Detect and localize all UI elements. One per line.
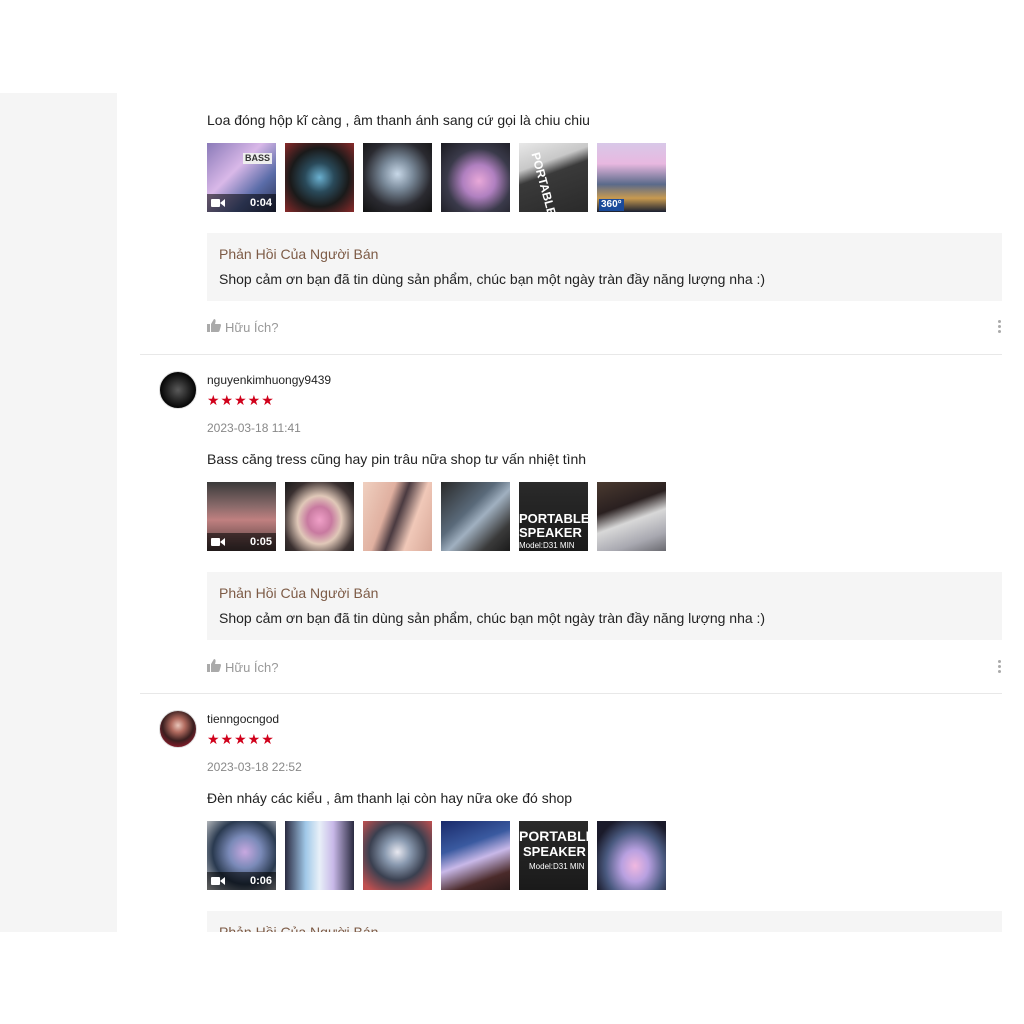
seller-reply-title: Phản Hồi Của Người Bán — [219, 585, 379, 601]
review-media-row: BASS 0:04 PORTABLE SPEAKER 360° — [207, 143, 666, 212]
review-username: tienngocngod — [207, 712, 280, 726]
seller-reply-text: Shop cảm ơn bạn đã tin dùng sản phẩm, ch… — [219, 271, 766, 287]
helpful-label: Hữu Ích? — [225, 319, 279, 335]
review-item: nguyenkimhuongy9439 ★★★★★ 2023-03-18 11:… — [140, 355, 1002, 694]
more-vertical-icon[interactable] — [998, 660, 1002, 673]
review-video-thumbnail[interactable]: 0:06 — [207, 821, 276, 890]
review-image-thumbnail[interactable]: PORTABLE SPEAKER — [519, 143, 588, 212]
video-camera-icon — [211, 198, 225, 208]
star-rating: ★★★★★ — [207, 392, 275, 408]
review-image-thumbnail[interactable] — [285, 482, 354, 551]
video-overlay: 0:04 — [207, 194, 276, 212]
video-overlay: 0:06 — [207, 872, 276, 890]
review-media-row: 0:06 PORTABLE SPEAKER Model:D31 MIN — [207, 821, 666, 890]
thumb-text: PORTABLE — [519, 511, 588, 526]
thumb-text: Model:D31 MIN — [519, 541, 575, 550]
left-gutter — [0, 93, 117, 932]
review-media-row: 0:05 PORTABLE SPEAKER Model:D31 MIN — [207, 482, 666, 551]
review-image-thumbnail[interactable]: PORTABLE SPEAKER Model:D31 MIN — [519, 482, 588, 551]
seller-reply: Phản Hồi Của Người Bán — [207, 911, 1002, 932]
helpful-button[interactable]: Hữu Ích? — [207, 319, 279, 335]
review-timestamp: 2023-03-18 11:41 — [207, 421, 301, 435]
more-vertical-icon[interactable] — [998, 320, 1002, 333]
seller-reply: Phản Hồi Của Người Bán Shop cảm ơn bạn đ… — [207, 572, 1002, 640]
review-image-thumbnail[interactable] — [285, 821, 354, 890]
helpful-button[interactable]: Hữu Ích? — [207, 659, 279, 675]
seller-reply: Phản Hồi Của Người Bán Shop cảm ơn bạn đ… — [207, 233, 1002, 301]
review-image-thumbnail[interactable]: 360° — [597, 143, 666, 212]
review-list: Loa đóng hộp kĩ càng , âm thanh ánh sang… — [140, 93, 1002, 932]
review-item: Loa đóng hộp kĩ càng , âm thanh ánh sang… — [140, 93, 1002, 355]
review-image-thumbnail[interactable] — [363, 821, 432, 890]
review-image-thumbnail[interactable] — [363, 482, 432, 551]
helpful-label: Hữu Ích? — [225, 659, 279, 675]
review-image-thumbnail[interactable] — [597, 821, 666, 890]
video-duration: 0:05 — [249, 536, 272, 548]
review-video-thumbnail[interactable]: BASS 0:04 — [207, 143, 276, 212]
thumbs-up-icon — [207, 659, 221, 675]
review-timestamp: 2023-03-18 22:52 — [207, 760, 302, 774]
thumb-text: BASS — [243, 153, 273, 164]
video-overlay: 0:05 — [207, 533, 276, 551]
review-image-thumbnail[interactable] — [597, 482, 666, 551]
review-image-thumbnail[interactable] — [285, 143, 354, 212]
avatar[interactable] — [159, 371, 197, 409]
video-camera-icon — [211, 537, 225, 547]
seller-reply-title: Phản Hồi Của Người Bán — [219, 246, 379, 262]
review-image-thumbnail[interactable]: PORTABLE SPEAKER Model:D31 MIN — [519, 821, 588, 890]
thumb-text: Model:D31 MIN — [529, 862, 585, 871]
review-image-thumbnail[interactable] — [363, 143, 432, 212]
review-item: tienngocngod ★★★★★ 2023-03-18 22:52 Đèn … — [140, 694, 1002, 932]
thumb-text: 360° — [599, 199, 624, 211]
review-video-thumbnail[interactable]: 0:05 — [207, 482, 276, 551]
review-comment: Loa đóng hộp kĩ càng , âm thanh ánh sang… — [207, 112, 590, 128]
avatar[interactable] — [159, 710, 197, 748]
review-comment: Bass căng tress cũng hay pin trâu nữa sh… — [207, 451, 587, 467]
thumb-text: SPEAKER — [523, 844, 586, 859]
video-duration: 0:04 — [249, 197, 272, 209]
thumb-text: PORTABLE SPEAKER — [528, 151, 574, 212]
video-duration: 0:06 — [249, 875, 272, 887]
review-image-thumbnail[interactable] — [441, 143, 510, 212]
thumb-text: SPEAKER — [519, 525, 582, 540]
review-viewport: Loa đóng hộp kĩ càng , âm thanh ánh sang… — [0, 93, 1024, 932]
thumb-text: PORTABLE — [519, 828, 588, 844]
review-image-thumbnail[interactable] — [441, 821, 510, 890]
review-username: nguyenkimhuongy9439 — [207, 373, 332, 387]
video-camera-icon — [211, 876, 225, 886]
thumbs-up-icon — [207, 319, 221, 335]
review-comment: Đèn nháy các kiểu , âm thanh lại còn hay… — [207, 790, 573, 806]
seller-reply-text: Shop cảm ơn bạn đã tin dùng sản phẩm, ch… — [219, 610, 766, 626]
star-rating: ★★★★★ — [207, 731, 275, 747]
review-image-thumbnail[interactable] — [441, 482, 510, 551]
seller-reply-title: Phản Hồi Của Người Bán — [219, 924, 379, 932]
